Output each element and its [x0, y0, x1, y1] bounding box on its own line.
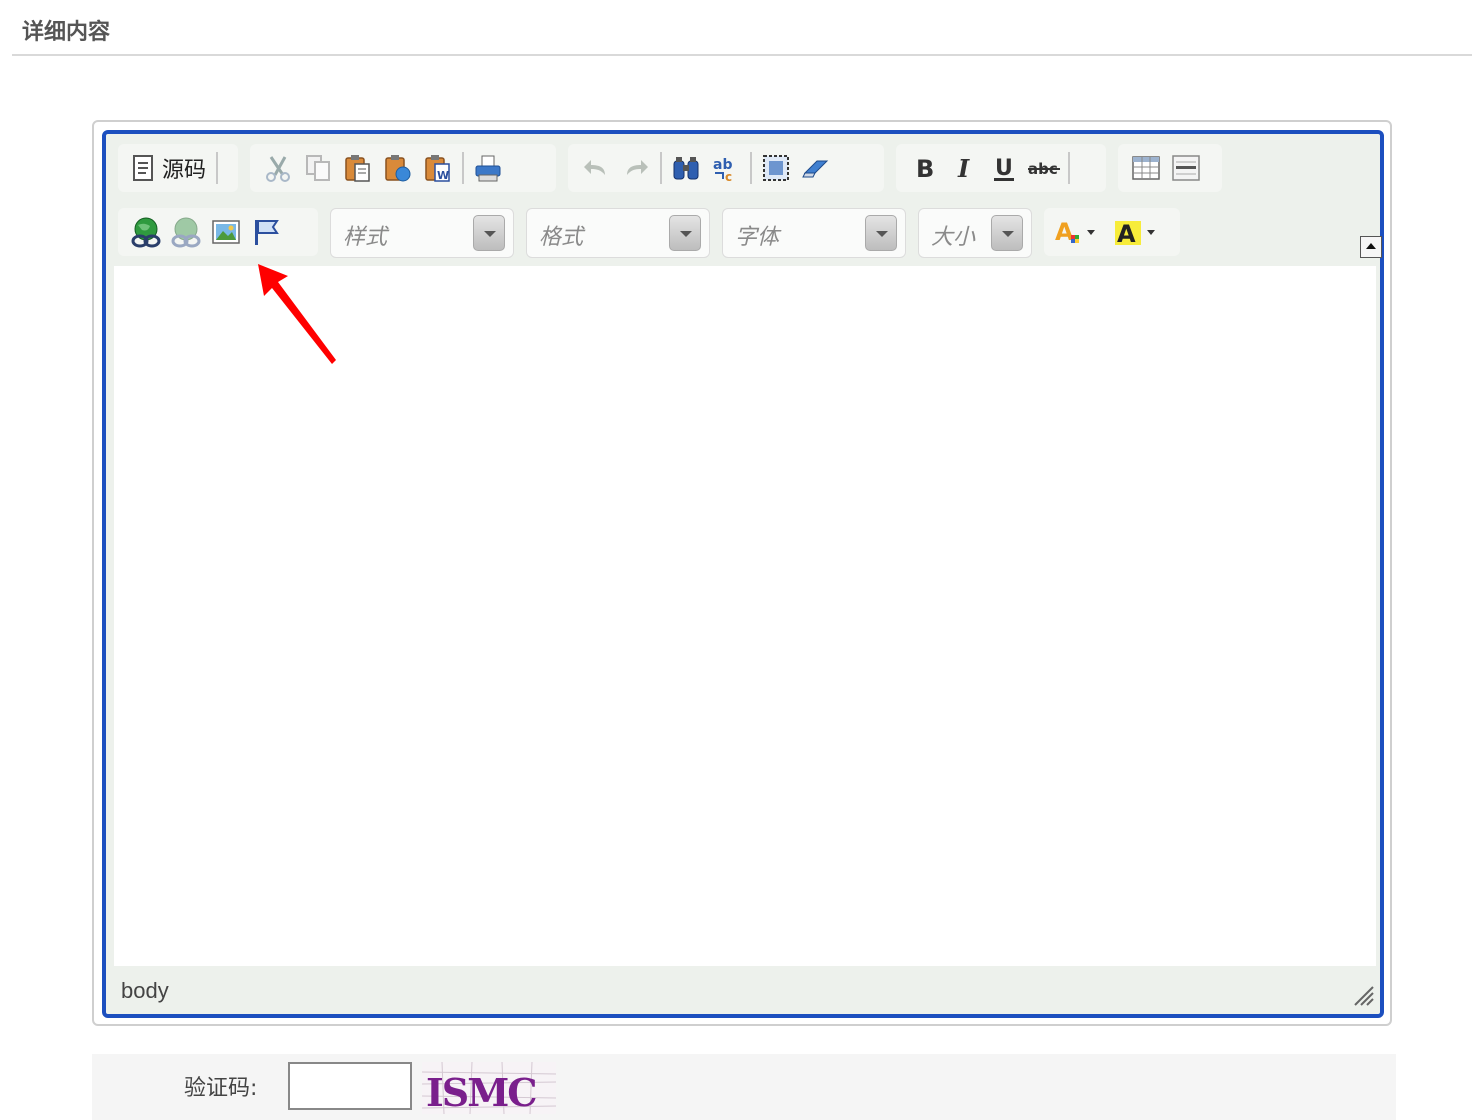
redo-icon — [627, 160, 648, 175]
resize-grip-icon[interactable] — [1352, 984, 1374, 1006]
background-color-icon: A — [1115, 220, 1155, 247]
toolbar-separator — [462, 152, 464, 184]
chevron-down-icon — [473, 215, 505, 251]
redo-button[interactable] — [616, 148, 656, 188]
rich-text-editor: 源码 W ab c B I U abc 样式 格式 字体 大小 A A body — [102, 130, 1384, 1018]
editor-toolbar: 源码 W ab c B I U abc 样式 格式 字体 大小 A A — [114, 140, 1382, 266]
style-combo[interactable]: 样式 — [330, 208, 514, 258]
horizontal-rule-button[interactable] — [1166, 148, 1206, 188]
link-globe-icon — [131, 217, 161, 248]
toolbar-separator — [660, 152, 662, 184]
select-all-button[interactable] — [756, 148, 796, 188]
replace-icon: ab c — [713, 157, 732, 183]
strikethrough-icon: abc — [1028, 160, 1060, 178]
paste-word-icon: W — [425, 155, 450, 182]
editor-status-bar: body — [114, 972, 1376, 1012]
chevron-down-icon — [865, 215, 897, 251]
text-color-icon: A — [1055, 218, 1095, 246]
toolbar-group-insert — [1118, 144, 1222, 192]
collapse-toolbar-button[interactable] — [1360, 236, 1382, 258]
underline-icon: U — [994, 156, 1014, 181]
style-combo-label: 样式 — [343, 225, 388, 250]
editor-content-area[interactable] — [114, 266, 1376, 966]
unlink-globe-icon — [171, 217, 201, 248]
text-color-button[interactable]: A — [1048, 212, 1108, 252]
underline-button[interactable]: U — [984, 148, 1024, 188]
size-combo-label: 大小 — [931, 225, 976, 250]
undo-button[interactable] — [576, 148, 616, 188]
clipboard-icon — [345, 155, 370, 182]
captcha-input[interactable] — [288, 1062, 412, 1110]
anchor-button[interactable] — [246, 212, 286, 252]
toolbar-group-links — [118, 208, 318, 256]
toolbar-group-document: 源码 — [118, 144, 238, 192]
table-icon — [1132, 156, 1160, 180]
undo-icon — [584, 160, 605, 175]
toolbar-group-basic-styles: B I U abc — [896, 144, 1106, 192]
svg-text:c: c — [725, 170, 732, 183]
print-button[interactable] — [468, 148, 508, 188]
unlink-button[interactable] — [166, 212, 206, 252]
image-icon — [212, 220, 240, 244]
italic-icon: I — [957, 154, 970, 183]
captcha-image[interactable]: ISMC — [422, 1062, 556, 1114]
select-all-icon — [763, 155, 789, 181]
paste-text-icon — [385, 155, 411, 182]
paste-button[interactable] — [338, 148, 378, 188]
font-combo[interactable]: 字体 — [722, 208, 906, 258]
binoculars-icon — [673, 157, 699, 180]
svg-text:U: U — [995, 156, 1013, 181]
scissors-icon — [266, 156, 290, 182]
replace-button[interactable]: ab c — [706, 148, 746, 188]
remove-format-button[interactable] — [796, 148, 836, 188]
italic-button[interactable]: I — [944, 148, 984, 188]
format-combo[interactable]: 格式 — [526, 208, 710, 258]
table-button[interactable] — [1126, 148, 1166, 188]
source-button[interactable]: 源码 — [126, 148, 212, 188]
svg-text:B: B — [916, 155, 934, 183]
printer-icon — [475, 155, 501, 182]
link-button[interactable] — [126, 212, 166, 252]
toolbar-group-colors: A A — [1044, 208, 1180, 256]
svg-text:A: A — [1117, 220, 1136, 247]
toolbar-separator — [1068, 152, 1070, 184]
toolbar-separator — [216, 152, 219, 184]
font-combo-label: 字体 — [735, 225, 780, 250]
section-divider — [12, 54, 1472, 56]
paste-text-button[interactable] — [378, 148, 418, 188]
bold-button[interactable]: B — [904, 148, 944, 188]
toolbar-group-clipboard: W — [250, 144, 556, 192]
source-button-label: 源码 — [162, 158, 207, 183]
eraser-icon — [802, 160, 829, 178]
bold-icon: B — [916, 155, 934, 183]
background-color-button[interactable]: A — [1108, 212, 1168, 252]
find-button[interactable] — [666, 148, 706, 188]
image-button[interactable] — [206, 212, 246, 252]
format-combo-label: 格式 — [539, 225, 584, 250]
horizontal-rule-icon — [1172, 155, 1200, 181]
paste-word-button[interactable]: W — [418, 148, 458, 188]
captcha-label: 验证码: — [184, 1076, 258, 1101]
chevron-down-icon — [669, 215, 701, 251]
document-icon — [133, 155, 153, 181]
toolbar-group-edit: ab c — [568, 144, 884, 192]
size-combo[interactable]: 大小 — [918, 208, 1032, 258]
copy-button[interactable] — [298, 148, 338, 188]
flag-icon — [255, 220, 279, 245]
svg-text:W: W — [437, 169, 449, 182]
captcha-row: 验证码: ISMC — [92, 1054, 1396, 1120]
captcha-image-text: ISMC — [426, 1070, 536, 1114]
cut-button[interactable] — [258, 148, 298, 188]
toolbar-separator — [750, 152, 752, 184]
element-path[interactable]: body — [121, 978, 169, 1004]
copy-icon — [306, 155, 330, 181]
section-title: 详细内容 — [22, 20, 111, 45]
strikethrough-button[interactable]: abc — [1024, 148, 1064, 188]
chevron-down-icon — [991, 215, 1023, 251]
svg-text:I: I — [957, 154, 970, 183]
